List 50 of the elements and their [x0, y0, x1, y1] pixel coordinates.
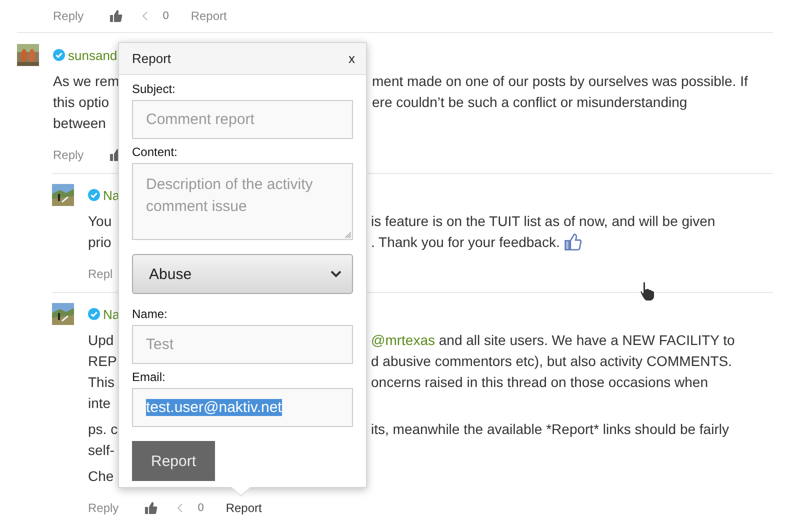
reply-link[interactable]: Reply	[53, 9, 84, 23]
like-count: 0	[198, 502, 204, 514]
dialog-title: Report	[132, 51, 172, 66]
close-button[interactable]: x	[346, 51, 357, 66]
thumbs-up-icon[interactable]	[108, 9, 123, 23]
comment-text: prio	[88, 234, 112, 250]
chevron-down-icon	[330, 270, 342, 278]
report-link[interactable]: Report	[226, 501, 262, 515]
comment-text: and all site users. We have a NEW FACILITY to	[438, 332, 735, 348]
comment-text: inte	[88, 394, 111, 410]
thumbs-up-icon[interactable]	[144, 501, 158, 515]
comment-text: Upd	[88, 332, 114, 348]
field-label: Email:	[132, 369, 166, 386]
comment-text: between	[53, 114, 106, 130]
field-label: Name:	[132, 306, 168, 323]
text-field[interactable]: Test	[132, 325, 353, 364]
verified-badge-icon	[88, 308, 100, 320]
report-link[interactable]: Report	[190, 9, 227, 23]
comment-text: Che	[88, 468, 114, 484]
resize-grip-icon	[345, 232, 351, 238]
reply-link[interactable]: Reply	[53, 148, 84, 162]
comment-text: its, meanwhile the available *Report* links should be fairly	[371, 420, 729, 436]
comment-text: oncerns raised in this thread on those occasions when	[371, 374, 708, 390]
comment-text: d abusive commentors etc), but also activity COMMENTS.	[371, 352, 732, 368]
comment-text: this optio	[53, 94, 110, 110]
comment-text: You	[88, 212, 112, 228]
comment-text: ere couldn’t be such a conflict or misunderstanding	[372, 94, 688, 110]
verified-badge-icon	[53, 49, 65, 61]
comment-text: . Thank you for your feedback.	[371, 234, 560, 250]
comment-text: ps. c	[88, 420, 118, 436]
comment-text: This	[88, 374, 114, 390]
verified-badge-icon	[88, 189, 100, 201]
author-name[interactable]: sunsand	[68, 48, 118, 62]
content-textarea[interactable]: Description of the activity comment issue	[132, 163, 353, 240]
comment-text: REP	[88, 352, 117, 368]
report-button[interactable]: Report	[132, 441, 215, 481]
comment-text: As we rem	[53, 72, 120, 88]
reply-link[interactable]: Reply	[88, 501, 119, 515]
field-label: Content:	[132, 144, 178, 161]
comment-text: is feature is on the TUIT list as of now, and will be given	[371, 212, 716, 228]
like-count: 0	[162, 10, 169, 22]
comment-text: self-	[88, 442, 114, 458]
text-field[interactable]: Comment report	[132, 100, 353, 139]
hand-cursor-icon	[638, 280, 658, 302]
category-select[interactable]: Abuse	[132, 254, 353, 294]
field-label: Subject:	[132, 81, 176, 98]
text-field[interactable]: test.user@naktiv.net	[132, 388, 353, 427]
comment-text: ment made on one of our posts by ourselves was possible. If	[372, 72, 748, 88]
mention-link[interactable]: @mrtexas	[371, 332, 435, 348]
reply-link[interactable]: Repl	[88, 267, 113, 281]
